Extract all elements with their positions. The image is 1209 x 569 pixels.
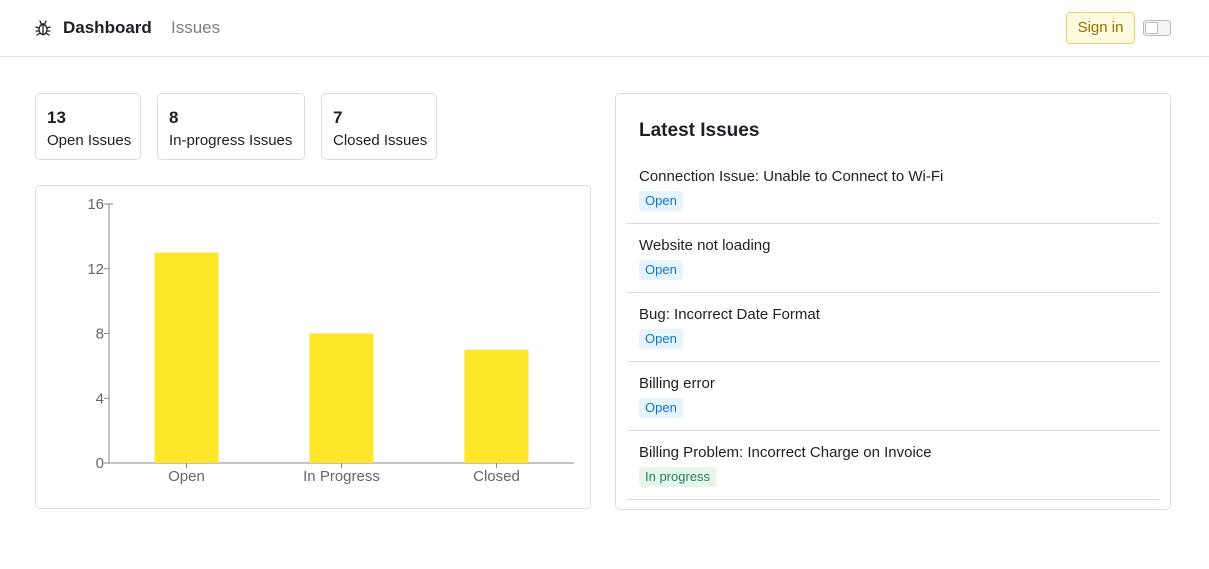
- toggle-knob: [1145, 22, 1158, 34]
- status-badge: Open: [639, 398, 683, 418]
- nav-dashboard-link[interactable]: Dashboard: [63, 18, 152, 38]
- stat-label: Closed Issues: [333, 132, 428, 149]
- stat-card-closed[interactable]: 7 Closed Issues: [321, 93, 437, 160]
- latest-issues-card: Latest Issues Connection Issue: Unable t…: [615, 93, 1171, 510]
- bar: [309, 333, 374, 463]
- x-tick-label: In Progress: [303, 468, 380, 485]
- y-tick-label: 16: [87, 196, 104, 213]
- stat-label: In-progress Issues: [169, 132, 293, 149]
- y-tick-label: 0: [96, 455, 104, 472]
- x-tick-label: Closed: [473, 468, 520, 485]
- stat-card-in-progress[interactable]: 8 In-progress Issues: [157, 93, 305, 160]
- issue-title-link[interactable]: Connection Issue: Unable to Connect to W…: [639, 168, 943, 186]
- issue-row[interactable]: Connection Issue: Unable to Connect to W…: [627, 155, 1159, 224]
- sign-in-button[interactable]: Sign in: [1066, 12, 1135, 44]
- status-badge: In progress: [639, 467, 717, 487]
- nav-issues-link[interactable]: Issues: [171, 18, 220, 38]
- y-tick-label: 8: [96, 326, 104, 343]
- y-tick-label: 4: [96, 390, 104, 407]
- issue-title-link[interactable]: Billing error: [639, 375, 715, 393]
- latest-issues-title: Latest Issues: [639, 120, 760, 141]
- issue-status-chart: 0 4 8 12 16 Open In Progress Closed: [87, 196, 574, 485]
- stat-value: 7: [333, 108, 343, 127]
- stat-value: 13: [47, 108, 66, 127]
- y-tick-label: 12: [87, 261, 104, 278]
- stat-label: Open Issues: [47, 132, 132, 149]
- issue-title-link[interactable]: Website not loading: [639, 237, 770, 255]
- stat-value: 8: [169, 108, 179, 127]
- issue-row[interactable]: Bug: Incorrect Date Format Open: [627, 293, 1159, 362]
- issue-title-link[interactable]: Bug: Incorrect Date Format: [639, 306, 820, 324]
- bar: [154, 252, 219, 463]
- status-badge: Open: [639, 260, 683, 280]
- issue-row[interactable]: Billing error Open: [627, 362, 1159, 431]
- bar: [464, 349, 529, 463]
- issue-list: Connection Issue: Unable to Connect to W…: [627, 155, 1159, 500]
- issue-title-link[interactable]: Billing Problem: Incorrect Charge on Inv…: [639, 444, 932, 462]
- theme-toggle[interactable]: [1143, 20, 1171, 36]
- bug-icon[interactable]: [34, 19, 52, 37]
- x-tick-label: Open: [168, 468, 205, 485]
- issue-row[interactable]: Website not loading Open: [627, 224, 1159, 293]
- issue-row[interactable]: Billing Problem: Incorrect Charge on Inv…: [627, 431, 1159, 500]
- navbar: Dashboard Issues Sign in: [0, 0, 1209, 57]
- status-badge: Open: [639, 329, 683, 349]
- stat-card-open[interactable]: 13 Open Issues: [35, 93, 141, 160]
- status-badge: Open: [639, 191, 683, 211]
- issue-status-chart-card: 0 4 8 12 16 Open In Progress Closed: [35, 185, 591, 509]
